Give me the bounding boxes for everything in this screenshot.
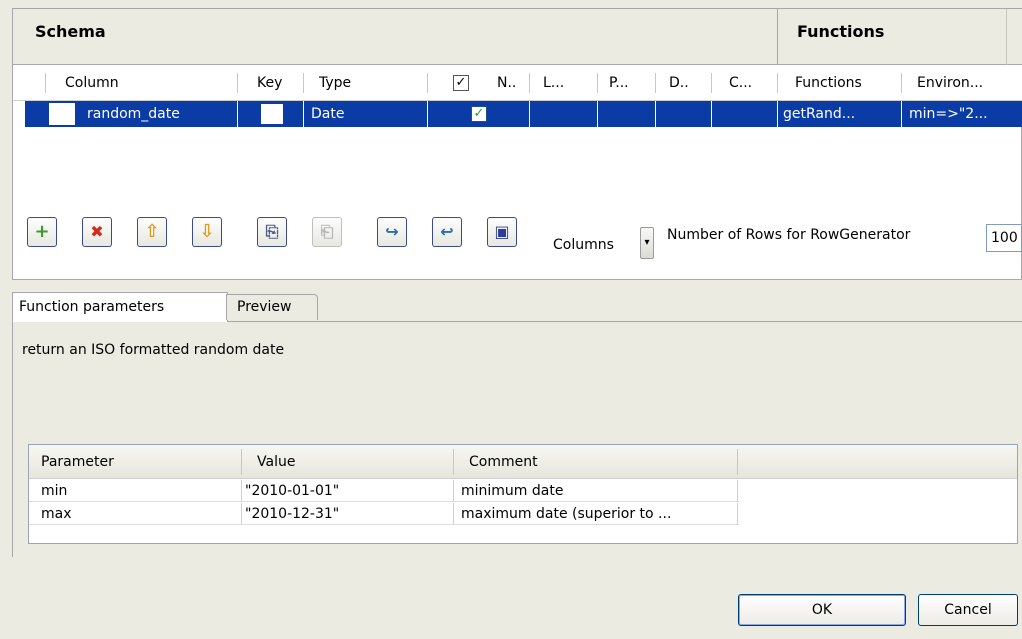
- move-up-button[interactable]: ⇧: [137, 217, 167, 247]
- param-header-parameter[interactable]: Parameter: [41, 445, 114, 479]
- cell-separator: [597, 101, 598, 127]
- column-separator: [241, 449, 242, 475]
- cell-separator: [453, 503, 454, 525]
- row-function[interactable]: getRand...: [783, 101, 855, 127]
- functions-title: Functions: [797, 22, 885, 41]
- col-header-comment[interactable]: C...: [729, 65, 752, 101]
- export-icon: ↩: [440, 222, 454, 241]
- move-down-button[interactable]: ⇩: [192, 217, 222, 247]
- parameter-table: Parameter Value Comment min "2010-01-01"…: [28, 444, 1018, 544]
- add-icon: +: [34, 221, 50, 242]
- cell-separator: [777, 101, 778, 127]
- schema-title: Schema: [35, 22, 106, 41]
- import-schema-button[interactable]: ↪: [377, 217, 407, 247]
- col-header-nullable[interactable]: N..: [497, 65, 516, 101]
- param-name: min: [41, 483, 68, 499]
- paste-icon: ⎗: [320, 222, 334, 241]
- column-separator: [655, 73, 656, 93]
- cell-separator: [427, 101, 428, 127]
- column-separator: [453, 449, 454, 475]
- cell-separator: [241, 480, 242, 502]
- cell-separator: [453, 480, 454, 502]
- rows-count-label: Number of Rows for RowGenerator: [667, 227, 911, 243]
- rows-count-input[interactable]: 100: [986, 224, 1022, 252]
- column-separator: [737, 449, 738, 475]
- schema-panel: Schema Functions Column Key Type ✓ N.. L…: [12, 8, 1022, 280]
- table-row[interactable]: min "2010-01-01" minimum date: [29, 480, 739, 502]
- remove-row-button[interactable]: ✖: [82, 217, 112, 247]
- cell-separator: [711, 101, 712, 127]
- chevron-down-icon: ▾: [644, 237, 650, 248]
- col-header-type[interactable]: Type: [319, 65, 351, 101]
- parameter-table-header: Parameter Value Comment: [29, 445, 1017, 479]
- schema-toolbar: + ✖ ⇧ ⇩ ⎘ ⎗ ↪ ↩ ▣ Columns ▾ Number of Ro…: [13, 209, 1022, 279]
- nullable-checkbox[interactable]: ✓: [471, 106, 487, 122]
- col-header-key[interactable]: Key: [257, 65, 282, 101]
- remove-icon: ✖: [90, 222, 104, 241]
- column-separator: [597, 73, 598, 93]
- cell-separator: [737, 503, 738, 525]
- param-value[interactable]: "2010-01-01": [245, 480, 339, 502]
- header-divider: [777, 9, 778, 65]
- param-comment: maximum date (superior to ...: [461, 506, 672, 522]
- cell-separator: [737, 480, 738, 502]
- row-environment[interactable]: min=>"2...: [909, 101, 988, 127]
- column-separator: [711, 73, 712, 93]
- cell-separator: [237, 101, 238, 127]
- tab-preview[interactable]: Preview: [226, 294, 318, 320]
- schema-row-random-date[interactable]: random_date Date ✓ getRand... min=>"2...: [25, 101, 1022, 127]
- param-header-comment[interactable]: Comment: [469, 445, 538, 479]
- param-comment: minimum date: [461, 483, 564, 499]
- copy-icon: ⎘: [265, 222, 279, 241]
- col-header-length[interactable]: L...: [543, 65, 564, 101]
- function-description: return an ISO formatted random date: [22, 342, 285, 358]
- column-separator: [303, 73, 304, 93]
- cell-separator: [303, 101, 304, 127]
- add-row-button[interactable]: +: [27, 217, 57, 247]
- tab-function-parameters[interactable]: Function parameters: [12, 292, 228, 322]
- cell-separator: [241, 503, 242, 525]
- ok-button[interactable]: OK: [738, 594, 906, 626]
- column-separator: [427, 73, 428, 93]
- nullable-header-checkbox[interactable]: ✓: [453, 75, 469, 91]
- column-separator: [237, 73, 238, 93]
- table-row[interactable]: max "2010-12-31" maximum date (superior …: [29, 503, 739, 525]
- paste-button[interactable]: ⎗: [312, 217, 342, 247]
- param-name: max: [41, 506, 72, 522]
- column-separator: [901, 73, 902, 93]
- row-type[interactable]: Date: [311, 101, 344, 127]
- schema-table-header: Column Key Type ✓ N.. L... P... D.. C...…: [13, 65, 1022, 101]
- row-column-cell-indent: [49, 103, 75, 125]
- cell-separator: [655, 101, 656, 127]
- schema-header: Schema Functions: [13, 9, 1022, 65]
- save-icon: ▣: [494, 222, 510, 241]
- cancel-button[interactable]: Cancel: [918, 594, 1018, 626]
- cell-separator: [901, 101, 902, 127]
- col-header-date-pattern[interactable]: D..: [669, 65, 689, 101]
- row-column-name[interactable]: random_date: [87, 101, 180, 127]
- header-divider: [1006, 9, 1007, 65]
- cell-separator: [529, 101, 530, 127]
- col-header-column[interactable]: Column: [65, 65, 119, 101]
- col-header-functions[interactable]: Functions: [795, 65, 862, 101]
- column-separator: [777, 73, 778, 93]
- column-separator: [45, 73, 46, 93]
- save-schema-button[interactable]: ▣: [487, 217, 517, 247]
- column-separator: [529, 73, 530, 93]
- col-header-environment[interactable]: Environ...: [917, 65, 983, 101]
- copy-button[interactable]: ⎘: [257, 217, 287, 247]
- columns-dropdown-button[interactable]: ▾: [640, 227, 654, 259]
- columns-label: Columns: [553, 237, 614, 253]
- arrow-up-icon: ⇧: [144, 221, 160, 242]
- param-value[interactable]: "2010-12-31": [245, 503, 339, 525]
- col-header-precision[interactable]: P...: [609, 65, 629, 101]
- arrow-down-icon: ⇩: [199, 221, 215, 242]
- key-checkbox[interactable]: [261, 104, 283, 124]
- param-header-value[interactable]: Value: [257, 445, 295, 479]
- export-schema-button[interactable]: ↩: [432, 217, 462, 247]
- import-icon: ↪: [385, 222, 399, 241]
